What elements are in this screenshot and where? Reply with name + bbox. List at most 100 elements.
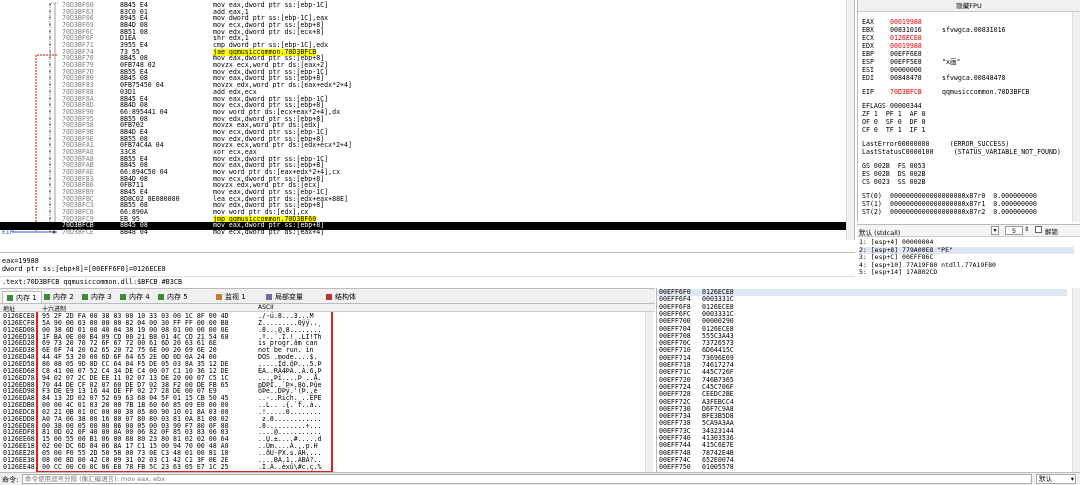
register-value: C0000100	[901, 148, 934, 156]
tab-label: 内存 5	[167, 293, 188, 301]
unlock-checkbox[interactable]	[1035, 226, 1042, 233]
breakpoint-dot-icon[interactable]: •	[48, 228, 58, 236]
hex-dump-view[interactable]: 0126ECE8 95 2F 2D FA 00 38 03 00 10 33 03…	[0, 312, 655, 472]
dump-tabs: 内存 1 内存 2 内存 3 内存 4 内存 5 监视 1 局部变量 结构体	[0, 288, 655, 304]
dump-address: 0126EE48	[3, 462, 35, 471]
register-line[interactable]: ST(0) 0000000000000000000x87r0 0.00000000…	[862, 192, 1037, 200]
register-name: CS 0023 SS 002B	[862, 178, 926, 186]
register-line[interactable]: LastStatusC0000100 (STATUS_VARIABLE_NOT_F…	[862, 148, 1061, 156]
tab-1[interactable]: 内存 1	[2, 291, 42, 303]
register-comment: x87r1 0.000000000	[965, 200, 1037, 208]
register-name: ESP	[862, 58, 874, 66]
register-line[interactable]: EDI 00848478 sfvwgca.00848478	[862, 74, 1006, 82]
register-value: 0000000000000000000	[890, 192, 966, 200]
tab-2[interactable]: 内存 2	[40, 291, 78, 303]
register-line[interactable]: CF 0 TF 1 IF 1	[862, 126, 926, 134]
register-comment: "x画"	[942, 58, 961, 66]
tab-4[interactable]: 内存 4	[116, 291, 154, 303]
instruction-address: 70D3BFCE	[62, 228, 94, 237]
info-line-3: .text:70D3BFCB qqmusiccommon.dll:$BFCB #…	[2, 278, 183, 286]
locals-icon	[266, 294, 272, 300]
stack-row[interactable]: 00EFF750 01005578	[657, 463, 1067, 472]
dump-header: 地址 十六进制 ASCII	[0, 304, 655, 313]
stack-view[interactable]: 00EFF6F0 0126ECE8 00EFF6F4 0003331C 00EFF6F8…	[656, 288, 1080, 472]
registers-scrollbar[interactable]	[1072, 12, 1080, 222]
tab-5[interactable]: 内存 5	[154, 291, 192, 303]
argument-row[interactable]: 4: [esp+10] 77A19F80 ntdll.77A19F80	[859, 262, 1074, 269]
argument-row[interactable]: 3: [esp+C] 00EFF86C	[859, 254, 1074, 261]
call-convention-bar: 默认 (stdcall) ▾ 5 ⇕ 解锁	[857, 224, 1080, 237]
register-value: 0126ECE8	[890, 34, 922, 42]
info-line-1: eax=19988	[2, 257, 39, 265]
register-value: 70D3BFCB	[890, 88, 922, 96]
highlight-box	[36, 312, 333, 472]
chevron-down-icon[interactable]: ▾	[991, 226, 999, 235]
register-name: ST(2)	[862, 208, 882, 216]
spin-icon[interactable]: ⇕	[1024, 226, 1029, 233]
stack-scrollbar[interactable]	[1072, 288, 1080, 472]
register-value: 0000000000000000000	[890, 208, 966, 216]
argument-row[interactable]: 5: [esp+14] 17A802CD	[859, 269, 1074, 276]
register-line[interactable]: CS 0023 SS 002B	[862, 178, 926, 186]
register-name: GS 002B FS 0053	[862, 162, 926, 170]
register-line[interactable]: ST(1) 0000000000000000000x87r1 0.00000000…	[862, 200, 1037, 208]
register-line[interactable]: EBX 00831016 sfvwgca.00831016	[862, 26, 1006, 34]
hide-fpu-button[interactable]: 隐藏FPU	[858, 0, 1080, 12]
register-comment: (ERROR_SUCCESS)	[949, 140, 1010, 148]
register-name: ES 002B DS 002B	[862, 170, 926, 178]
register-value: 00EFF6E8	[890, 50, 922, 58]
register-name: ST(0)	[862, 192, 882, 200]
memory-icon	[44, 294, 50, 300]
register-comment: (STATUS_VARIABLE_NOT_FOUND)	[953, 148, 1061, 156]
tab-7[interactable]: 局部变量	[262, 291, 307, 303]
disassembly-view[interactable]: EIP • 70D3BF60 8B45 E4 mov eax,dword ptr ss…	[0, 0, 855, 240]
register-name: EDX	[862, 42, 874, 50]
register-comment: sfvwgca.00831016	[942, 26, 1006, 34]
arguments-list: 1: [esp+4] 00000004 2: [esp+8] 779A00E8 "…	[857, 236, 1080, 284]
dump-header-ascii: ASCII	[258, 304, 274, 311]
tab-6[interactable]: 监视 1	[212, 291, 250, 303]
register-line[interactable]: EBP 00EFF6E8	[862, 50, 942, 58]
register-line[interactable]: EDX 00019988	[862, 42, 942, 50]
command-mode-label: 默认	[1039, 475, 1052, 483]
register-line[interactable]: EIP 70D3BFCB qqmusiccommon.70D3BFCB	[862, 88, 1029, 96]
register-name: LastError	[862, 140, 898, 148]
register-line[interactable]: ES 002B DS 002B	[862, 170, 926, 178]
register-line[interactable]: EAX 00019988	[862, 18, 942, 26]
register-line[interactable]: ZF 1 PF 1 AF 0	[862, 110, 926, 118]
register-value: 00EFF5E8	[890, 58, 922, 66]
register-line[interactable]: ESI 00000000	[862, 66, 942, 74]
tab-3[interactable]: 内存 3	[78, 291, 116, 303]
chevron-down-icon: ▾	[1070, 475, 1074, 483]
register-name: EBP	[862, 50, 874, 58]
command-label: 命令:	[2, 476, 19, 484]
register-line[interactable]: ST(2) 0000000000000000000x87r2 0.00000000…	[862, 208, 1037, 216]
register-value: 00000000	[890, 66, 922, 74]
tab-8[interactable]: 结构体	[322, 291, 360, 303]
tab-label: 监视 1	[225, 293, 246, 301]
info-location-bar: .text:70D3BFCB qqmusiccommon.dll:$BFCB #…	[0, 276, 855, 287]
register-name: ECX	[862, 34, 874, 42]
disasm-scrollbar[interactable]	[846, 0, 854, 240]
dump-scrollbar[interactable]	[645, 312, 653, 472]
register-line[interactable]: LastError00000000 (ERROR_SUCCESS)	[862, 140, 1009, 148]
register-line[interactable]: ECX 0126ECE8	[862, 34, 942, 42]
tab-label: 内存 1	[16, 294, 37, 302]
register-name: LastStatus	[862, 148, 902, 156]
registers-panel: 隐藏FPU EAX 00019988 EBX 00831016 sfvwgca.0083…	[857, 0, 1080, 222]
register-line[interactable]: EFLAGS 00000344	[862, 102, 942, 110]
argument-row[interactable]: 2: [esp+8] 779A00E8 "PE"	[859, 246, 1074, 254]
command-input[interactable]	[22, 474, 1032, 484]
register-line[interactable]: GS 002B FS 0053	[862, 162, 926, 170]
disasm-row[interactable]: • 70D3BFCE 8B48 04 mov ecx,dword ptr ds:[ea…	[0, 228, 854, 237]
tab-label: 局部变量	[275, 293, 303, 301]
register-value: 00848478	[890, 74, 922, 82]
register-value: 00831016	[890, 26, 922, 34]
register-line[interactable]: OF 0 SF 0 DF 0	[862, 118, 926, 126]
register-value: 00019988	[890, 18, 922, 26]
register-line[interactable]: ESP 00EFF5E8 "x画"	[862, 58, 961, 66]
command-mode-select[interactable]: 默认 ▾	[1036, 474, 1076, 484]
argument-row[interactable]: 1: [esp+4] 00000004	[859, 239, 1074, 246]
arg-count-input[interactable]: 5	[1005, 226, 1023, 235]
stack-address: 00EFF750	[659, 463, 691, 472]
